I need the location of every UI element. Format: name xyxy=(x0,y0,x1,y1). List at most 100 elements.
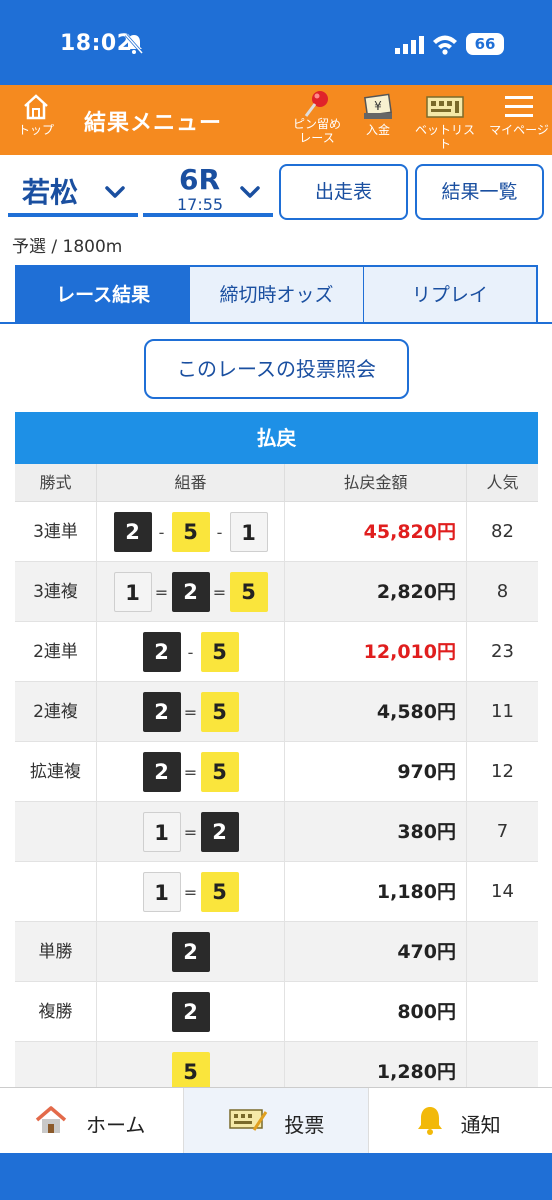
race-number-dropdown[interactable]: 6R 17:55 xyxy=(143,163,273,217)
tab-race-result[interactable]: レース結果 xyxy=(17,267,190,323)
battery-indicator: 66 xyxy=(466,33,504,55)
column-header-popularity: 人気 xyxy=(486,473,519,492)
combination-cell: 2 xyxy=(97,922,285,982)
table-row: 2連単 2-5 12,010円 23 xyxy=(15,622,538,682)
boat-number-badge: 1 xyxy=(113,572,152,612)
boat-number-badge: 5 xyxy=(200,872,239,912)
combo-separator: = xyxy=(183,702,198,722)
system-bottom-strip xyxy=(0,1153,552,1200)
bottom-nav-vote-label: 投票 xyxy=(284,1113,325,1137)
combo-separator: = xyxy=(183,762,198,782)
bet-type-cell: 拡連複 xyxy=(15,742,97,802)
bottom-nav-home-label: ホーム xyxy=(86,1113,146,1137)
boat-number-badge: 1 xyxy=(142,872,181,912)
venue-name: 若松 xyxy=(22,176,79,209)
nav-deposit-label: 入金 xyxy=(365,123,390,137)
header-nav: トップ 結果メニュー ピン留め レース ¥ 入金 ベットリスト マイページ xyxy=(0,85,552,155)
payout-amount-cell: 800円 xyxy=(285,982,467,1042)
race-time: 17:55 xyxy=(177,195,224,214)
table-row: 拡連複 2 = 5 970円 12 xyxy=(15,742,538,802)
race-selector-row: 若松 6R 17:55 出走表 結果一覧 xyxy=(0,155,552,225)
nav-betlist-button[interactable]: ベットリスト xyxy=(412,85,478,155)
combo-separator: = xyxy=(154,582,169,602)
table-row: 1 = 5 1,180円 14 xyxy=(15,862,538,922)
tab-closing-odds[interactable]: 締切時オッズ xyxy=(189,267,363,323)
bet-type-cell xyxy=(15,802,97,862)
column-header-combo: 組番 xyxy=(97,464,285,501)
payout-amount-cell: 470円 xyxy=(285,922,467,982)
combo-separator: - xyxy=(187,642,194,662)
popularity-cell xyxy=(467,982,538,1042)
combo-separator: - xyxy=(158,522,165,542)
boat-number-badge: 5 xyxy=(200,752,239,792)
bell-icon xyxy=(417,1107,442,1135)
boat-number-badge: 2 xyxy=(142,692,181,732)
boat-number-badge: 2 xyxy=(171,992,210,1032)
combination-cell: 2-5 xyxy=(97,622,285,682)
bottom-nav-notify-label: 通知 xyxy=(460,1113,501,1137)
bet-type-cell: 単勝 xyxy=(15,922,97,982)
nav-betlist-label: ベットリスト xyxy=(414,123,475,151)
bet-type-cell: 2連複 xyxy=(15,682,97,742)
nav-pin-label-2: レース xyxy=(299,131,335,145)
payout-amount-cell: 45,820円 xyxy=(285,502,467,562)
boat-number-badge: 5 xyxy=(171,512,210,552)
popularity-cell: 7 xyxy=(496,821,509,842)
betlist-icon xyxy=(426,96,464,118)
deposit-icon: ¥ xyxy=(364,93,392,119)
nav-mypage-button[interactable]: マイページ xyxy=(488,85,550,155)
nav-mypage-label: マイページ xyxy=(489,123,549,137)
column-header-amount: 払戻金額 xyxy=(285,464,467,501)
popularity-cell: 12 xyxy=(491,761,514,782)
bet-type-cell: 3連単 xyxy=(15,502,97,562)
bottom-nav-notify[interactable]: 通知 xyxy=(369,1088,552,1153)
payout-amount-cell: 380円 xyxy=(285,802,467,862)
entry-list-button[interactable]: 出走表 xyxy=(279,164,408,220)
boat-number-badge: 1 xyxy=(142,812,181,852)
svg-text:¥: ¥ xyxy=(374,99,382,113)
cellular-signal-icon xyxy=(395,36,424,54)
bet-type-cell: 複勝 xyxy=(15,982,97,1042)
bet-type-cell: 3連複 xyxy=(15,562,97,622)
nav-top-button[interactable]: トップ xyxy=(10,85,62,155)
bottom-nav-vote[interactable]: 投票 xyxy=(184,1088,369,1153)
table-row: 3連複 1 = 2 = 5 2,820円 8 xyxy=(15,562,538,622)
nav-pin-race-button[interactable]: ピン留め レース xyxy=(288,85,346,155)
popularity-cell: 82 xyxy=(491,521,514,542)
payout-amount-cell: 1,180円 xyxy=(285,862,467,922)
boat-number-badge: 5 xyxy=(200,632,239,672)
race-info: 予選 / 1800m xyxy=(12,237,123,257)
nav-deposit-button[interactable]: ¥ 入金 xyxy=(358,85,398,155)
result-tabs: レース結果 締切時オッズ リプレイ xyxy=(15,265,538,323)
combination-cell: 2 xyxy=(97,982,285,1042)
home-icon xyxy=(35,1106,67,1133)
status-bar: 18:02 66 xyxy=(0,0,552,85)
column-header-type: 勝式 xyxy=(15,464,97,501)
popularity-cell: 8 xyxy=(496,581,509,602)
boat-number-badge: 5 xyxy=(229,572,268,612)
payout-amount-cell: 12,010円 xyxy=(285,622,467,682)
bottom-nav: ホーム 投票 通知 xyxy=(0,1087,552,1153)
chevron-down-icon xyxy=(240,186,260,198)
combination-cell: 2-5-1 xyxy=(97,502,285,562)
status-time: 18:02 xyxy=(60,31,133,56)
popularity-cell: 14 xyxy=(491,881,514,902)
payout-heading: 払戻 xyxy=(15,412,538,464)
chevron-down-icon xyxy=(105,186,125,198)
popularity-cell: 11 xyxy=(491,701,514,722)
tab-underline xyxy=(0,322,552,324)
bottom-nav-home[interactable]: ホーム xyxy=(0,1088,185,1153)
home-icon xyxy=(24,94,48,120)
results-list-button[interactable]: 結果一覧 xyxy=(415,164,544,220)
ticket-icon xyxy=(229,1109,268,1131)
vote-inquiry-button[interactable]: このレースの投票照会 xyxy=(144,339,409,399)
popularity-cell xyxy=(467,922,538,982)
pin-icon xyxy=(304,91,328,117)
venue-dropdown[interactable]: 若松 xyxy=(8,165,138,217)
boat-number-badge: 2 xyxy=(200,812,239,852)
boat-number-badge: 2 xyxy=(171,932,210,972)
nav-top-label: トップ xyxy=(17,123,54,137)
page-title: 結果メニュー xyxy=(84,111,223,136)
table-row: 2連複 2 = 5 4,580円 11 xyxy=(15,682,538,742)
tab-replay[interactable]: リプレイ xyxy=(362,267,536,323)
